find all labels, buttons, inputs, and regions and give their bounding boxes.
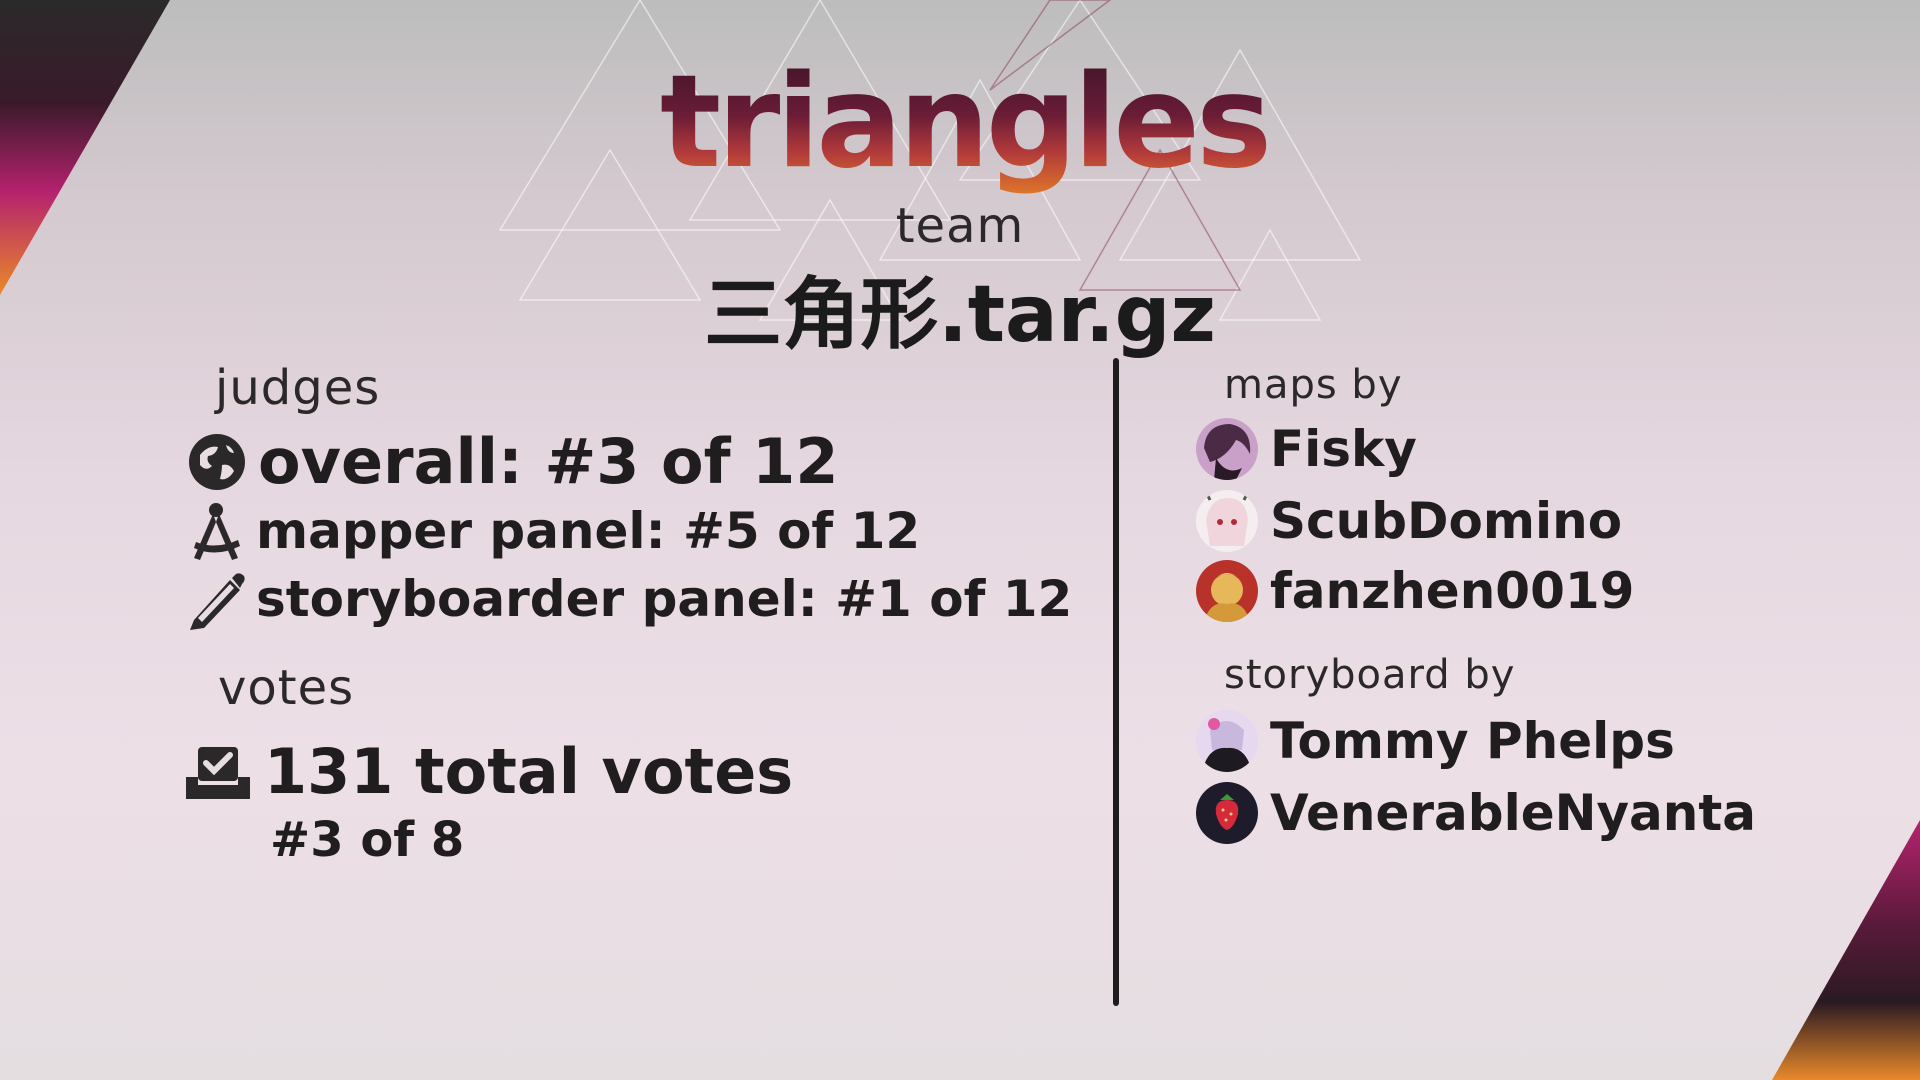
- storyboard-by-label: storyboard by: [1224, 652, 1516, 698]
- mapper-fisky: Fisky: [1196, 418, 1417, 480]
- judges-label: judges: [215, 360, 381, 416]
- person-name: fanzhen0019: [1270, 562, 1635, 620]
- storyboarder-panel-text: storyboarder panel: #1 of 12: [256, 570, 1073, 628]
- mapper-panel-row: mapper panel: #5 of 12: [186, 500, 920, 562]
- total-votes-text: 131 total votes: [264, 735, 794, 808]
- votes-rank-row: #3 of 8: [270, 812, 464, 868]
- triangles-logo: triangles: [660, 48, 1272, 208]
- mapper-scubdomino: ScubDomino: [1196, 490, 1622, 552]
- overall-rank-row: overall: #3 of 12: [186, 425, 838, 498]
- logo-text: triangles: [660, 48, 1272, 197]
- avatar: [1196, 710, 1258, 772]
- storyboarder-tommy-phelps: Tommy Phelps: [1196, 710, 1675, 772]
- votes-rank-text: #3 of 8: [270, 812, 465, 868]
- globe-icon: [186, 431, 248, 493]
- avatar: [1196, 782, 1258, 844]
- person-name: Tommy Phelps: [1270, 712, 1675, 770]
- team-name: 三角形.tar.gz: [704, 270, 1216, 360]
- votes-label: votes: [218, 660, 355, 716]
- pencil-icon: [186, 568, 246, 630]
- storyboarder-panel-row: storyboarder panel: #1 of 12: [186, 568, 1072, 630]
- avatar: [1196, 490, 1258, 552]
- column-divider: [1113, 358, 1119, 1006]
- mapper-panel-text: mapper panel: #5 of 12: [256, 502, 921, 560]
- avatar: [1196, 418, 1258, 480]
- person-name: VenerableNyanta: [1270, 784, 1757, 842]
- storyboarder-venerablenyanta: VenerableNyanta: [1196, 782, 1756, 844]
- corner-stripe-bottom-right: [1772, 820, 1920, 1080]
- maps-by-label: maps by: [1224, 362, 1403, 408]
- avatar: [1196, 560, 1258, 622]
- total-votes-row: 131 total votes: [184, 735, 793, 808]
- ballot-box-icon: [184, 743, 252, 801]
- overall-rank-text: overall: #3 of 12: [258, 425, 839, 498]
- team-label: team: [895, 198, 1025, 254]
- person-name: Fisky: [1270, 420, 1417, 478]
- person-name: ScubDomino: [1270, 492, 1623, 550]
- compass-icon: [186, 500, 246, 562]
- mapper-fanzhen0019: fanzhen0019: [1196, 560, 1634, 622]
